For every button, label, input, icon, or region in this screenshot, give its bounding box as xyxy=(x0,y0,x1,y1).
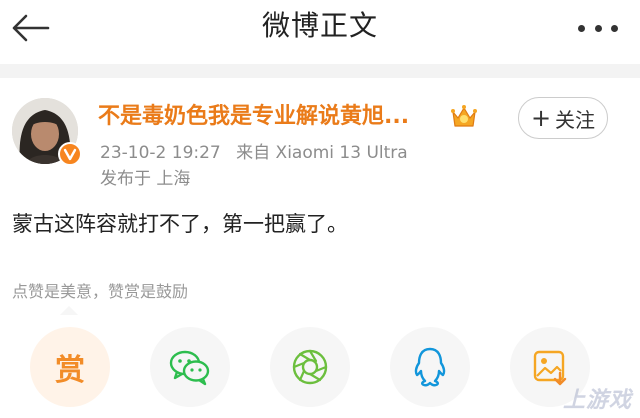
moments-share-button[interactable] xyxy=(270,327,350,407)
follow-label: 关注 xyxy=(555,107,596,132)
save-image-icon xyxy=(533,350,567,386)
plus-icon: + xyxy=(530,104,552,132)
more-dot xyxy=(594,24,602,32)
post-meta: 23-10-2 19:27 来自 Xiaomi 13 Ultra xyxy=(100,141,408,165)
reward-note: 点赞是美意，赞赏是鼓励 xyxy=(12,282,189,301)
reward-pointer xyxy=(60,306,78,315)
qq-share-button[interactable] xyxy=(390,327,470,407)
follow-button[interactable]: + 关注 xyxy=(518,97,608,139)
post-location: 发布于 上海 xyxy=(100,169,191,189)
verified-v-icon xyxy=(58,142,82,166)
wechat-icon xyxy=(169,350,210,386)
watermark: 上游戏 xyxy=(562,388,632,413)
post-source: 来自 Xiaomi 13 Ultra xyxy=(236,143,408,163)
more-button[interactable] xyxy=(578,18,618,38)
reward-button[interactable]: 赏 xyxy=(30,327,110,407)
header-divider xyxy=(0,64,640,78)
arrow-left-icon xyxy=(12,14,50,42)
post-time: 23-10-2 19:27 xyxy=(100,143,221,163)
crown-icon xyxy=(451,105,477,127)
back-button[interactable] xyxy=(6,8,54,48)
share-row: 赏 xyxy=(0,321,640,411)
wechat-share-button[interactable] xyxy=(150,327,230,407)
qq-icon xyxy=(414,347,446,387)
post-card: 不是毒奶色我是专业解说黄旭... + 关注 23-10-2 19:27 来自 X… xyxy=(0,78,640,418)
more-dot xyxy=(578,24,585,32)
post-content: 蒙古这阵容就打不了，第一把赢了。 xyxy=(12,212,348,236)
author-avatar[interactable] xyxy=(12,98,82,166)
page-title: 微博正文 xyxy=(261,9,378,42)
top-bar: 微博正文 xyxy=(0,0,640,64)
reward-icon: 赏 xyxy=(55,353,85,388)
wechat-moments-icon xyxy=(292,349,328,385)
author-name[interactable]: 不是毒奶色我是专业解说黄旭... xyxy=(98,102,409,132)
more-dot xyxy=(611,24,618,32)
